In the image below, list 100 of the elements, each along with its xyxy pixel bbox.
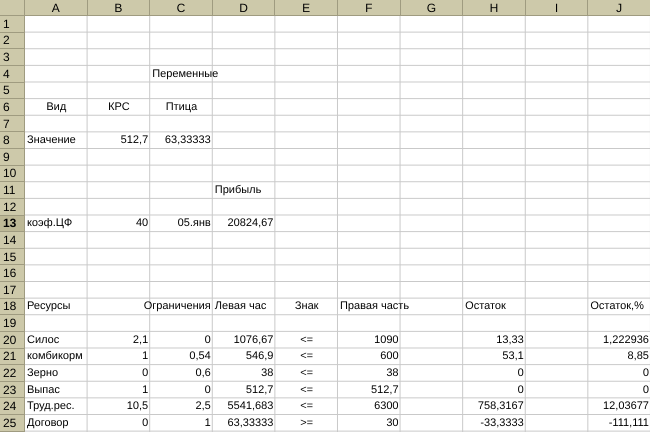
cell-value: Остаток,%	[590, 301, 644, 312]
cell-value: <=	[300, 351, 314, 362]
cell-value: 1090	[374, 334, 399, 346]
cell-value: Ресурсы	[27, 301, 70, 312]
cell-value: 0,54	[189, 351, 211, 362]
row-header[interactable]: 5	[0, 82, 25, 100]
cell-value: 63,33333	[164, 135, 211, 146]
row-header[interactable]: 20	[0, 332, 25, 348]
cell-value: 600	[380, 351, 399, 362]
cell-value: 512,7	[120, 135, 148, 146]
cell-value: Ограничения	[144, 301, 211, 312]
cell-value: 38	[261, 368, 274, 379]
cell-value: 1	[142, 384, 148, 396]
cell-value: 512,7	[246, 384, 274, 396]
row-header[interactable]: 9	[0, 149, 25, 166]
column-header[interactable]: C	[150, 0, 213, 16]
cell-value: >=	[300, 418, 314, 429]
cell-value: 0	[518, 384, 524, 396]
row-header[interactable]: 1	[0, 16, 25, 33]
cell-value: 0,6	[195, 368, 211, 379]
row-header[interactable]: 16	[0, 265, 25, 282]
cell-value: 0	[204, 334, 211, 346]
column-header[interactable]: I	[526, 0, 588, 16]
row-header[interactable]: 6	[0, 99, 25, 116]
cell-value: 20824,67	[227, 218, 274, 230]
row-header[interactable]: 25	[0, 415, 25, 432]
cell-value: Вид	[46, 102, 66, 113]
cell-value: комбикорм	[27, 351, 83, 362]
cell-value: 40	[136, 218, 148, 230]
cell-value: 53,1	[502, 351, 524, 362]
column-header[interactable]: G	[400, 0, 464, 16]
cell-value: 0	[518, 368, 524, 379]
cell-value: Прибыль	[214, 185, 262, 196]
cell-value: 2,1	[132, 334, 148, 346]
cell-value: 5541,683	[227, 401, 274, 412]
cell-value: <=	[300, 384, 314, 396]
row-header[interactable]: 18	[0, 298, 25, 316]
cell-value: коэф.ЦФ	[27, 218, 72, 230]
cell-value: <=	[300, 368, 314, 379]
select-all-button[interactable]	[0, 0, 25, 16]
row-header[interactable]: 13	[0, 216, 25, 232]
cell-value: Переменные	[152, 68, 218, 80]
cell-value: 0	[642, 368, 649, 379]
row-header[interactable]: 23	[0, 382, 25, 398]
row-header[interactable]: 4	[0, 66, 25, 82]
column-header[interactable]: F	[338, 0, 401, 16]
cell-value: 05.янв	[178, 218, 211, 230]
row-header[interactable]: 11	[0, 182, 25, 199]
row-header[interactable]: 7	[0, 116, 25, 132]
row-header[interactable]: 12	[0, 198, 25, 216]
cell-value: 512,7	[371, 384, 399, 396]
cell-value: 1,222936	[603, 334, 649, 346]
cell-value: 12,03677	[603, 401, 649, 412]
cell-value: Труд.рес.	[27, 401, 74, 412]
row-header[interactable]: 14	[0, 232, 25, 249]
cell-value: 0	[642, 384, 649, 396]
row-header[interactable]: 15	[0, 248, 25, 266]
cell-value: Правая часть	[340, 301, 410, 312]
cell-value: 2,5	[195, 401, 211, 412]
row-header[interactable]: 10	[0, 166, 25, 182]
cell-value: 0	[204, 384, 211, 396]
row-header[interactable]: 17	[0, 282, 25, 299]
cell-value: 758,3167	[478, 401, 524, 412]
row-header[interactable]: 21	[0, 348, 25, 366]
cell-value: Левая час	[214, 301, 266, 312]
cell-value: 30	[386, 418, 399, 429]
row-header[interactable]: 2	[0, 32, 25, 50]
cell-value: 1076,67	[234, 334, 274, 346]
row-header[interactable]: 3	[0, 49, 25, 66]
row-header[interactable]: 8	[0, 132, 25, 149]
column-header[interactable]: H	[463, 0, 526, 16]
cell-value: <=	[300, 334, 314, 346]
column-header[interactable]: E	[275, 0, 338, 16]
column-header[interactable]: D	[212, 0, 276, 16]
cell-value: Договор	[27, 418, 69, 429]
cell-value: 0	[142, 418, 148, 429]
cell-value: <=	[300, 401, 314, 412]
row-header[interactable]: 24	[0, 398, 25, 415]
column-header[interactable]: J	[588, 0, 650, 16]
cell-value: 38	[386, 368, 399, 379]
cell-value: Значение	[27, 135, 76, 146]
column-header[interactable]: A	[25, 0, 88, 16]
row-header[interactable]: 19	[0, 315, 25, 332]
cell-value: 1	[142, 351, 148, 362]
cell-value: Птица	[166, 102, 198, 113]
column-header[interactable]: B	[88, 0, 150, 16]
cell-value: Знак	[294, 301, 318, 312]
cell-value: 10,5	[126, 401, 148, 412]
cell-value: 13,33	[496, 334, 524, 346]
cell-value: -33,3333	[480, 418, 524, 429]
cell-value: КРС	[108, 102, 130, 113]
cell-value: -111,111	[608, 418, 649, 429]
cell-value: Остаток	[465, 301, 506, 312]
row-header[interactable]: 22	[0, 365, 25, 382]
cell-value: Выпас	[27, 384, 60, 396]
cell-value: 63,33333	[227, 418, 274, 429]
cell-value: 8,85	[628, 351, 649, 362]
cell-value: Силос	[27, 334, 60, 346]
cell-value: 6300	[374, 401, 399, 412]
cell-value: 546,9	[246, 351, 274, 362]
